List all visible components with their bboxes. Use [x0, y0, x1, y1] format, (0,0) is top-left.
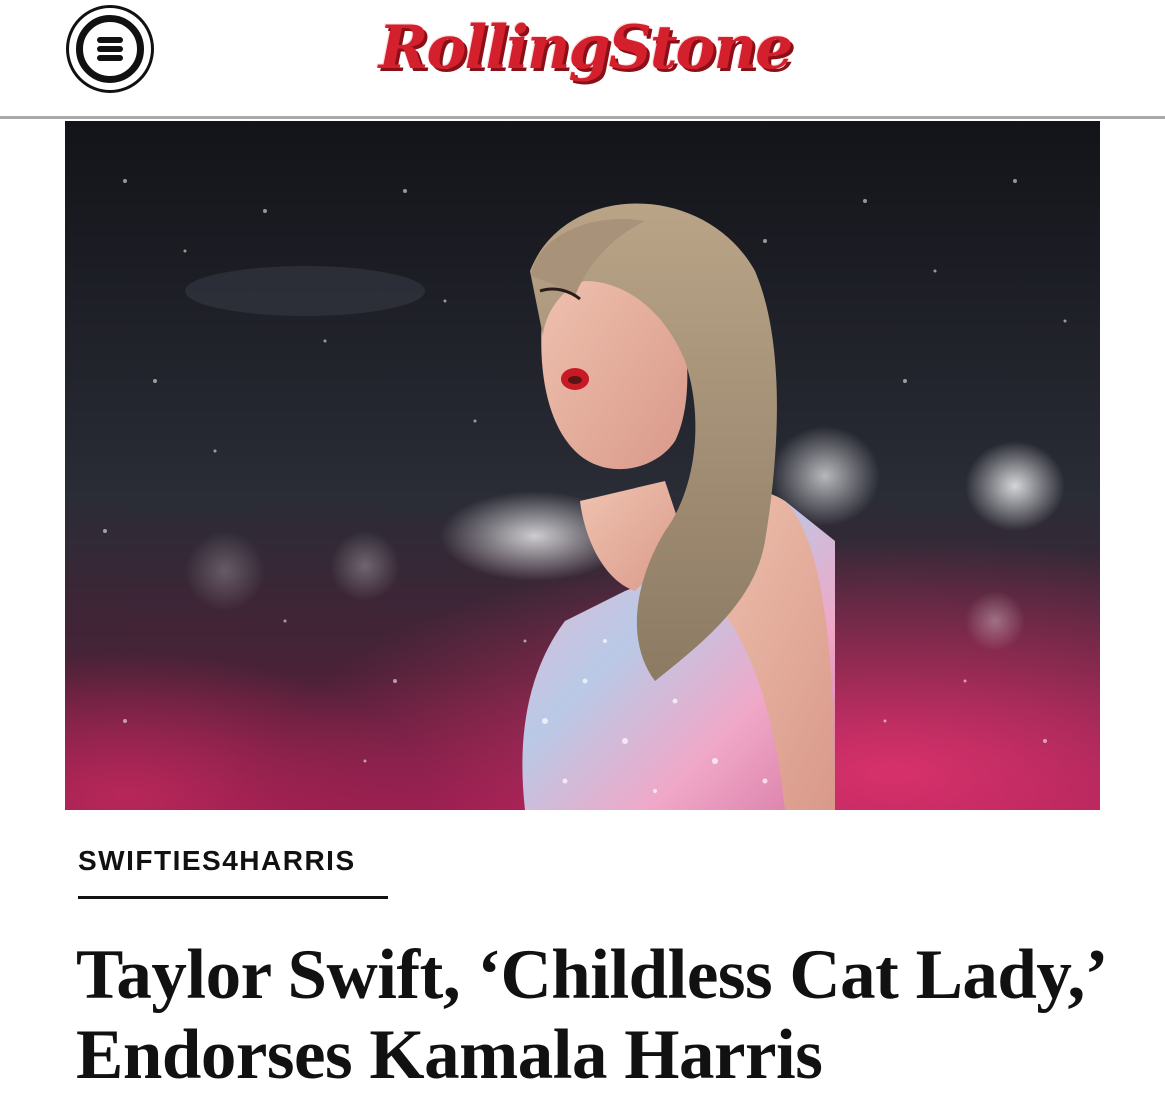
- category-underline: [78, 896, 388, 899]
- category-tag-link[interactable]: SWIFTIES4HARRIS: [78, 845, 356, 877]
- site-logo[interactable]: RollingStone: [379, 8, 794, 88]
- hamburger-menu-icon: [76, 15, 144, 83]
- menu-button[interactable]: [66, 5, 154, 93]
- header-divider: [0, 116, 1165, 119]
- hero-image: [65, 121, 1100, 810]
- site-header: RollingStone: [0, 0, 1165, 116]
- article-headline[interactable]: Taylor Swift, ‘Childless Cat Lady,’ Endo…: [76, 935, 1116, 1095]
